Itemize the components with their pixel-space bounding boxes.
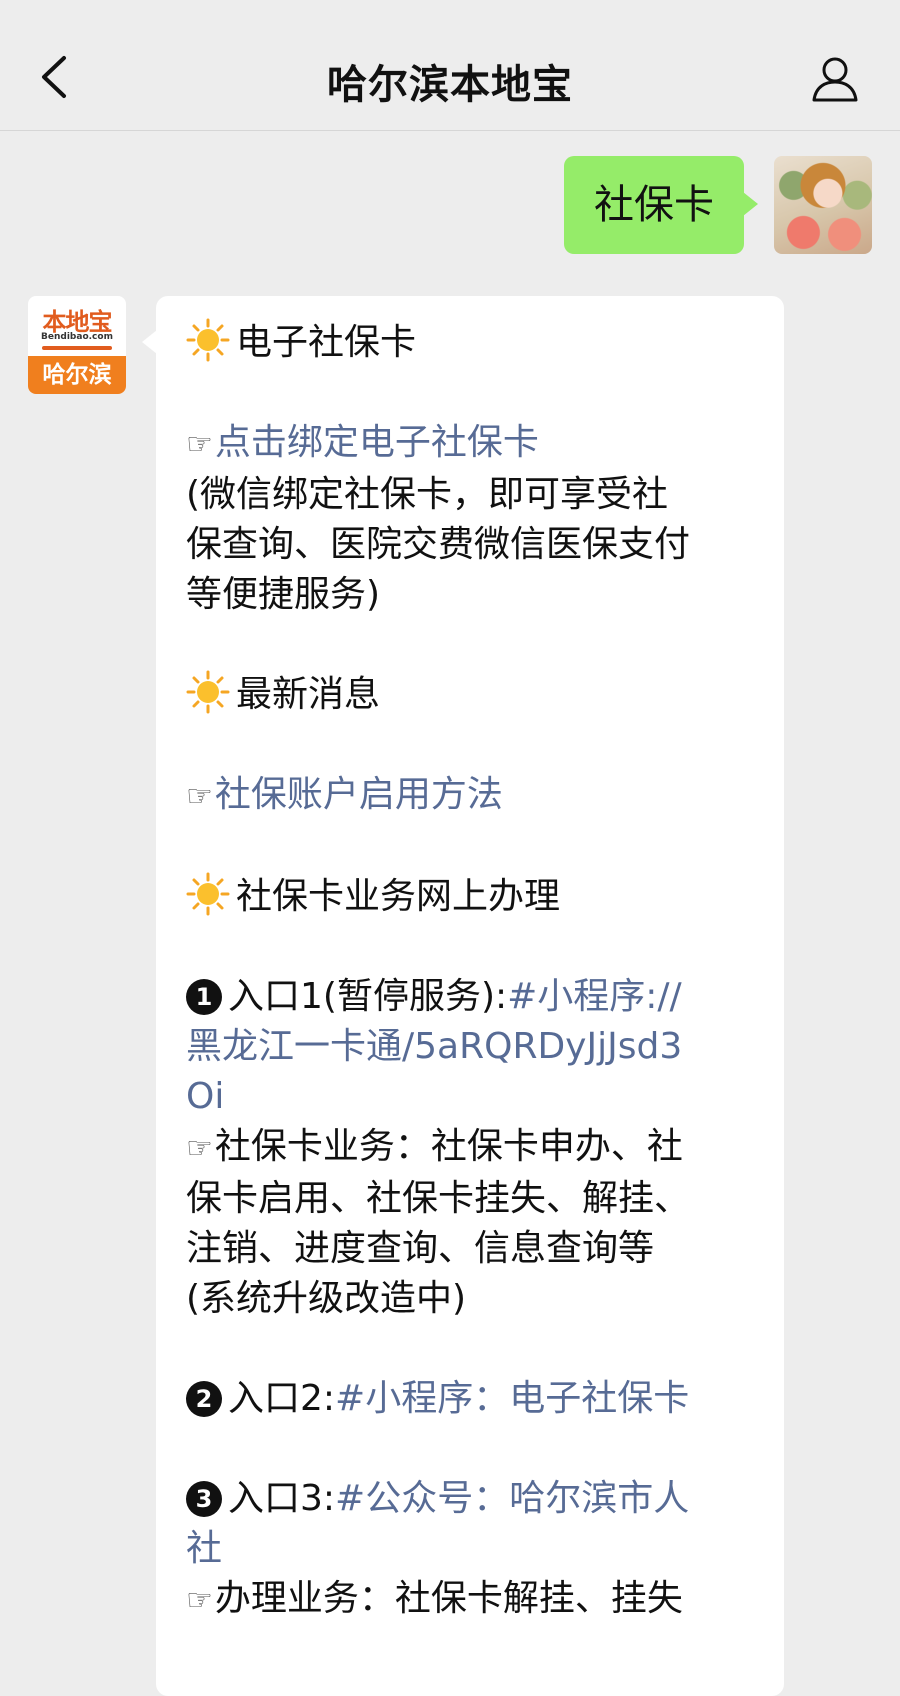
- sun-icon: [186, 318, 230, 362]
- chat-title: 哈尔滨本地宝: [327, 62, 573, 108]
- official-account-link[interactable]: 社: [186, 1524, 758, 1574]
- desc-line: ☞办理业务：社保卡解挂、挂失: [186, 1574, 758, 1626]
- desc-text: 办理业务：社保卡解挂、挂失: [214, 1578, 683, 1619]
- desc-line: ☞社保卡业务：社保卡申办、社: [186, 1122, 758, 1174]
- account-enable-link-row: ☞社保账户启用方法: [186, 770, 758, 822]
- miniprogram-link[interactable]: Oi: [186, 1072, 758, 1122]
- desc-line: (系统升级改造中): [186, 1278, 467, 1319]
- nav-bar: 哈尔滨本地宝: [0, 0, 900, 131]
- number-badge: 2: [186, 1381, 222, 1417]
- sun-icon: [186, 872, 230, 916]
- desc-line: (微信绑定社保卡，即可享受社: [186, 474, 669, 515]
- pointing-hand-icon: ☞: [186, 1583, 213, 1618]
- sun-icon: [186, 670, 230, 714]
- logo-city-text: 哈尔滨: [28, 356, 126, 394]
- desc-text: 社保卡业务：社保卡申办、社: [214, 1126, 683, 1167]
- desc-line: 保查询、医院交费微信医保支付: [186, 524, 691, 565]
- section-title: 最新消息: [236, 674, 381, 715]
- desc-line: 保卡启用、社保卡挂失、解挂、: [186, 1178, 691, 1219]
- number-badge: 3: [186, 1481, 222, 1517]
- section-title: 社保卡业务网上办理: [236, 876, 561, 917]
- section-title: 电子社保卡: [236, 322, 417, 363]
- miniprogram-link[interactable]: #小程序：电子社保卡: [335, 1378, 689, 1419]
- bind-card-link-row: ☞点击绑定电子社保卡: [186, 418, 758, 470]
- number-badge: 1: [186, 979, 222, 1015]
- miniprogram-link[interactable]: 黑龙江一卡通/5aRQRDyJjJsd3: [186, 1022, 758, 1072]
- pointing-hand-icon: ☞: [186, 779, 213, 814]
- bubble-tail: [142, 330, 157, 354]
- message-content: 电子社保卡 ☞点击绑定电子社保卡 (微信绑定社保卡，即可享受社 保查询、医院交费…: [186, 318, 758, 1626]
- pointing-hand-icon: ☞: [186, 1131, 213, 1166]
- section-heading: 社保卡业务网上办理: [186, 872, 758, 922]
- account-enable-link[interactable]: 社保账户启用方法: [215, 774, 503, 815]
- logo-swoosh: [42, 346, 112, 350]
- entry-3-row: 3 入口3:#公众号：哈尔滨市人: [186, 1474, 758, 1524]
- bind-card-link[interactable]: 点击绑定电子社保卡: [215, 422, 539, 463]
- entry-2-row: 2 入口2:#小程序：电子社保卡: [186, 1374, 758, 1424]
- official-account-link[interactable]: #公众号：哈尔滨市人: [335, 1478, 689, 1519]
- section-heading: 最新消息: [186, 670, 758, 720]
- logo-site-text: Bendibao.com: [41, 332, 113, 342]
- user-avatar[interactable]: [774, 156, 872, 254]
- miniprogram-link[interactable]: #小程序://: [507, 976, 682, 1017]
- official-account-avatar[interactable]: 本地宝 Bendibao.com 哈尔滨: [28, 296, 126, 394]
- entry-label: 入口3:: [228, 1478, 336, 1519]
- entry-label: 入口2:: [228, 1378, 336, 1419]
- desc-line: 注销、进度查询、信息查询等: [186, 1228, 655, 1269]
- desc-line: 等便捷服务): [186, 574, 381, 615]
- section-heading: 电子社保卡: [186, 318, 758, 368]
- user-icon[interactable]: [810, 54, 860, 104]
- outgoing-text: 社保卡: [594, 182, 714, 228]
- incoming-bubble: 电子社保卡 ☞点击绑定电子社保卡 (微信绑定社保卡，即可享受社 保查询、医院交费…: [142, 296, 784, 1696]
- pointing-hand-icon: ☞: [186, 427, 213, 462]
- entry-1-row: 1 入口1(暂停服务):#小程序://: [186, 972, 758, 1022]
- bubble-tail: [743, 192, 758, 216]
- entry-label: 入口1(暂停服务):: [228, 976, 508, 1017]
- outgoing-bubble[interactable]: 社保卡: [564, 156, 758, 254]
